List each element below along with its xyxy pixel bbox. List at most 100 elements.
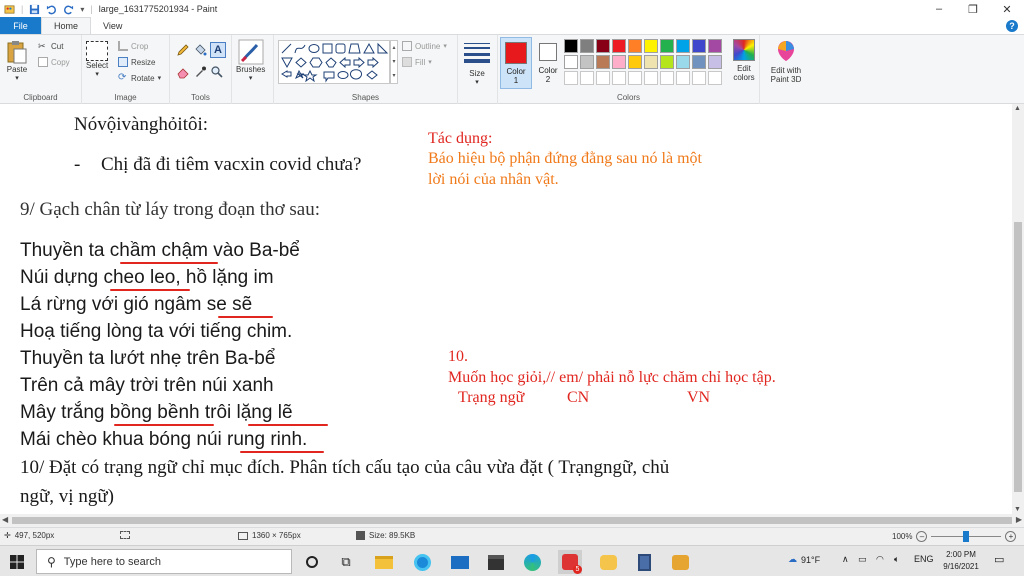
taskbar-search-box[interactable]: ⚲ Type here to search bbox=[36, 549, 292, 574]
palette-swatch[interactable] bbox=[692, 55, 706, 69]
poem-line-5: Thuyền ta lướt nhẹ trên Ba-bể bbox=[20, 348, 276, 369]
custom-color-slot[interactable] bbox=[708, 71, 722, 85]
edge-icon[interactable] bbox=[412, 552, 432, 572]
tray-chevron-icon[interactable]: ∧ bbox=[842, 554, 849, 565]
active-app-icon[interactable]: 5 bbox=[558, 550, 582, 574]
custom-color-slot[interactable] bbox=[692, 71, 706, 85]
cut-button[interactable]: ✂ Cut bbox=[38, 41, 63, 51]
select-icon bbox=[86, 41, 109, 61]
redo-icon[interactable] bbox=[63, 4, 74, 15]
calculator-icon[interactable] bbox=[634, 552, 654, 572]
palette-swatch[interactable] bbox=[692, 39, 706, 53]
shapes-gallery[interactable] bbox=[278, 40, 390, 84]
save-icon[interactable] bbox=[29, 4, 40, 15]
customize-toolbar-icon[interactable]: ▾ bbox=[80, 5, 84, 14]
zoom-out-button[interactable]: – bbox=[916, 531, 928, 542]
close-button[interactable]: ✕ bbox=[990, 0, 1024, 18]
fill-button[interactable]: Fill ▾ bbox=[402, 57, 432, 67]
minimize-button[interactable]: – bbox=[922, 0, 956, 18]
custom-color-slot[interactable] bbox=[628, 71, 642, 85]
line-size-icon bbox=[464, 41, 490, 65]
copy-button[interactable]: Copy bbox=[38, 57, 70, 67]
color-picker-icon[interactable] bbox=[193, 65, 207, 79]
tab-view[interactable]: View bbox=[91, 17, 134, 34]
vertical-scroll-thumb[interactable] bbox=[1014, 222, 1022, 492]
custom-color-slot[interactable] bbox=[660, 71, 674, 85]
custom-color-slot[interactable] bbox=[612, 71, 626, 85]
poem-line-6: Trên cả mây trời trên núi xanh bbox=[20, 375, 274, 396]
palette-swatch[interactable] bbox=[676, 55, 690, 69]
palette-swatch[interactable] bbox=[644, 55, 658, 69]
palette-swatch[interactable] bbox=[612, 39, 626, 53]
network-icon[interactable]: ▭ bbox=[858, 554, 867, 565]
windows-start-icon[interactable] bbox=[10, 555, 24, 569]
magnifier-icon[interactable] bbox=[210, 65, 224, 79]
zoom-slider-thumb[interactable] bbox=[963, 531, 970, 542]
palette-swatch[interactable] bbox=[660, 39, 674, 53]
palette-swatch[interactable] bbox=[676, 39, 690, 53]
crop-button[interactable]: Crop bbox=[118, 41, 148, 51]
cortana-icon[interactable] bbox=[302, 552, 322, 572]
eraser-icon[interactable] bbox=[176, 65, 190, 79]
fill-bucket-icon[interactable] bbox=[193, 43, 207, 57]
clock[interactable]: 2:00 PM 9/16/2021 bbox=[940, 549, 982, 573]
palette-swatch[interactable] bbox=[628, 39, 642, 53]
tab-home[interactable]: Home bbox=[41, 17, 92, 34]
paint-app-taskbar-icon[interactable] bbox=[670, 552, 690, 572]
store-icon[interactable] bbox=[486, 552, 506, 572]
label-trang-ngu: Trạng ngữ bbox=[458, 389, 525, 406]
chrome-edge-icon[interactable] bbox=[522, 552, 542, 572]
paste-button[interactable]: Paste ▾ bbox=[6, 39, 28, 82]
custom-color-slot[interactable] bbox=[580, 71, 594, 85]
maximize-button[interactable]: ❐ bbox=[956, 0, 990, 18]
palette-swatch[interactable] bbox=[596, 55, 610, 69]
custom-color-slot[interactable] bbox=[676, 71, 690, 85]
task-view-icon[interactable]: ⧉ bbox=[336, 552, 356, 572]
edit-colors-button[interactable]: Edit colors bbox=[730, 39, 758, 82]
window-controls: – ❐ ✕ bbox=[922, 0, 1024, 18]
language-indicator[interactable]: ENG bbox=[914, 554, 934, 564]
palette-swatch[interactable] bbox=[708, 39, 722, 53]
vertical-scrollbar[interactable]: ▲ ▼ bbox=[1012, 104, 1024, 514]
undo-icon[interactable] bbox=[46, 4, 57, 15]
help-icon[interactable]: ? bbox=[1006, 20, 1018, 32]
poem-line-4: Hoạ tiếng lòng ta với tiếng chim. bbox=[20, 321, 293, 342]
outline-button[interactable]: Outline ▾ bbox=[402, 41, 447, 51]
custom-color-slot[interactable] bbox=[564, 71, 578, 85]
palette-swatch[interactable] bbox=[644, 39, 658, 53]
edit-with-paint3d-button[interactable]: Edit with Paint 3D bbox=[766, 39, 806, 84]
custom-color-slot[interactable] bbox=[596, 71, 610, 85]
palette-swatch[interactable] bbox=[612, 55, 626, 69]
zoom-slider[interactable] bbox=[931, 531, 1002, 542]
palette-swatch[interactable] bbox=[596, 39, 610, 53]
weather-widget[interactable]: ☁ 91°F bbox=[788, 554, 820, 565]
brushes-button[interactable]: Brushes ▾ bbox=[236, 39, 265, 82]
select-button[interactable]: Select ▾ bbox=[86, 41, 108, 78]
rotate-button[interactable]: ⟳ Rotate ▾ bbox=[118, 73, 161, 83]
size-button[interactable]: Size ▾ bbox=[464, 41, 490, 86]
text-tool-icon[interactable]: A bbox=[210, 42, 226, 58]
resize-button[interactable]: Resize bbox=[118, 57, 155, 67]
custom-color-slot[interactable] bbox=[644, 71, 658, 85]
drawing-canvas[interactable]: Nóvộivànghỏitôi: - Chị đã đi tiêm vacxin… bbox=[0, 104, 1012, 514]
palette-swatch[interactable] bbox=[660, 55, 674, 69]
paint-taskbar-icon[interactable] bbox=[598, 552, 618, 572]
underline-bong-benh bbox=[114, 424, 214, 426]
mail-icon[interactable] bbox=[450, 552, 470, 572]
palette-swatch[interactable] bbox=[564, 39, 578, 53]
horizontal-scrollbar[interactable]: ◀ ▶ bbox=[0, 514, 1024, 527]
palette-swatch[interactable] bbox=[564, 55, 578, 69]
shapes-scroll[interactable]: ▴ ▾ ▾ bbox=[390, 40, 398, 84]
tab-file[interactable]: File bbox=[0, 17, 41, 34]
palette-swatch[interactable] bbox=[580, 55, 594, 69]
volume-icon[interactable]: 🔈︎ bbox=[894, 554, 899, 565]
palette-swatch[interactable] bbox=[628, 55, 642, 69]
palette-swatch[interactable] bbox=[580, 39, 594, 53]
zoom-in-button[interactable]: + bbox=[1005, 531, 1017, 542]
notifications-icon[interactable]: ▭ bbox=[994, 553, 1004, 566]
palette-swatch[interactable] bbox=[708, 55, 722, 69]
file-explorer-icon[interactable] bbox=[374, 552, 394, 572]
horizontal-scroll-thumb[interactable] bbox=[12, 517, 1012, 524]
pencil-icon[interactable] bbox=[176, 43, 190, 57]
wifi-icon[interactable]: ◠ bbox=[876, 554, 884, 565]
